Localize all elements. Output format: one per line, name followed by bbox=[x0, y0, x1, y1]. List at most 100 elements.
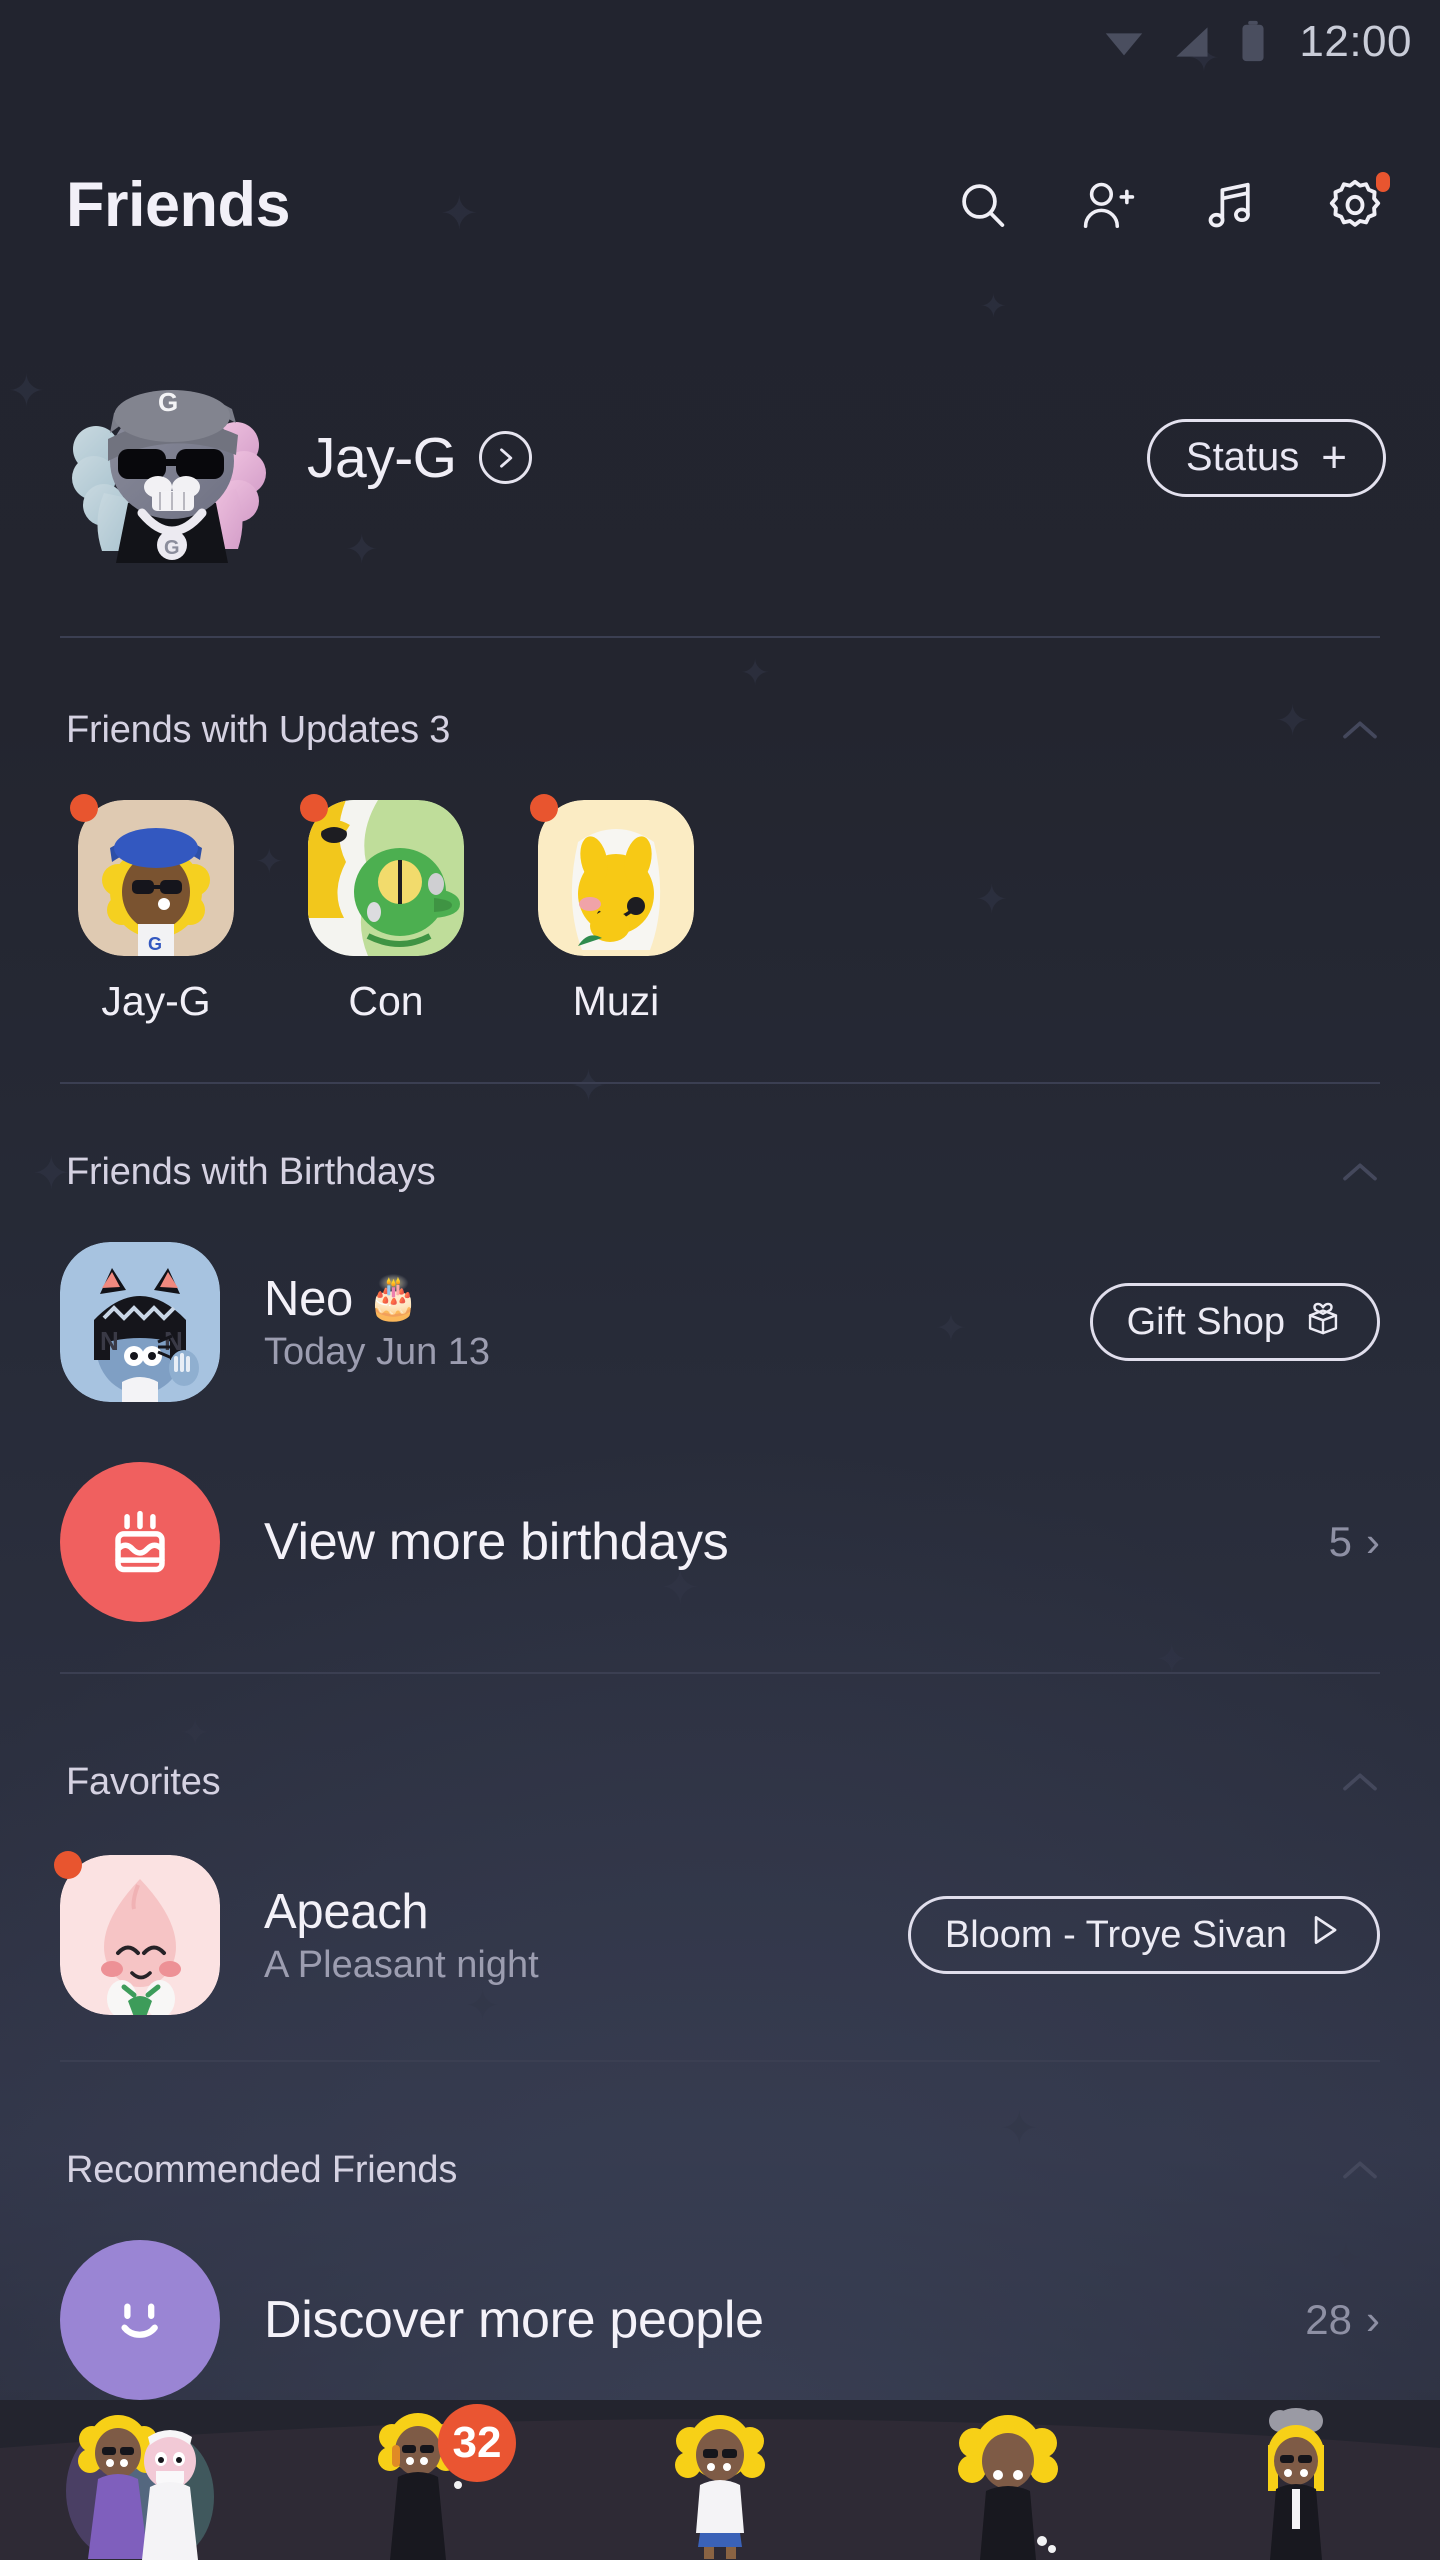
divider bbox=[60, 1082, 1380, 1084]
tab-more-icon bbox=[1268, 2408, 1324, 2560]
tab-shopping-icon bbox=[958, 2415, 1058, 2560]
avatar[interactable] bbox=[530, 794, 694, 956]
new-update-dot bbox=[70, 794, 98, 822]
avatar[interactable]: G bbox=[70, 794, 234, 956]
svg-text:G: G bbox=[158, 387, 178, 417]
birthday-friend-row[interactable]: N N Neo 🎂 Today Jun 13 Gift Shop bbox=[60, 1242, 1380, 1402]
tab-more[interactable] bbox=[1152, 2400, 1440, 2560]
decorative-star: ✦ bbox=[180, 1712, 211, 1753]
section-title: Friends with Updates 3 bbox=[66, 708, 451, 751]
svg-text:G: G bbox=[148, 934, 162, 954]
avatar[interactable] bbox=[300, 794, 464, 956]
plus-icon: + bbox=[1321, 432, 1347, 482]
discover-more-people-count: 28 › bbox=[1305, 2296, 1380, 2344]
music-status-button[interactable]: Bloom - Troye Sivan bbox=[907, 1896, 1380, 1974]
status-bar: 12:00 bbox=[0, 0, 1440, 84]
view-more-birthdays-count: 5 › bbox=[1329, 1518, 1380, 1566]
discover-more-people-label: Discover more people bbox=[264, 2291, 764, 2349]
chevron-up-icon[interactable] bbox=[1340, 1159, 1380, 1185]
chevron-up-icon[interactable] bbox=[1340, 717, 1380, 743]
bottom-navigation-bar: 32 bbox=[0, 2400, 1440, 2560]
discover-more-people-row[interactable]: Discover more people 28 › bbox=[60, 2240, 1380, 2400]
chats-unread-badge: 32 bbox=[438, 2404, 516, 2482]
app-header: Friends bbox=[0, 140, 1440, 270]
chevron-right-circle-icon[interactable] bbox=[478, 431, 532, 484]
tab-chats[interactable]: 32 bbox=[288, 2400, 576, 2560]
friend-name-text: Neo bbox=[264, 1271, 353, 1326]
tab-friends-icon bbox=[66, 2415, 214, 2560]
section-header-favorites[interactable]: Favorites bbox=[66, 1752, 1380, 1812]
decorative-star: ✦ bbox=[975, 878, 1009, 922]
count-text: 5 bbox=[1328, 1518, 1352, 1565]
section-header-updates[interactable]: Friends with Updates 3 bbox=[66, 700, 1380, 760]
gear-icon[interactable] bbox=[1324, 172, 1390, 236]
decorative-star: ✦ bbox=[980, 288, 1007, 324]
smiley-face-icon bbox=[60, 2240, 220, 2400]
tab-shopping[interactable] bbox=[864, 2400, 1152, 2560]
tab-friends[interactable] bbox=[0, 2400, 288, 2560]
favorite-friend-status-message: A Pleasant night bbox=[264, 1943, 539, 1986]
svg-text:G: G bbox=[164, 537, 180, 559]
new-update-dot bbox=[54, 1851, 82, 1879]
updates-friend-name: Jay-G bbox=[101, 978, 211, 1024]
divider bbox=[60, 636, 1380, 638]
birthday-cake-emoji: 🎂 bbox=[367, 1274, 419, 1321]
battery-icon bbox=[1235, 19, 1271, 65]
page-title: Friends bbox=[66, 170, 291, 240]
add-friend-icon[interactable] bbox=[1076, 174, 1138, 236]
section-header-recommended[interactable]: Recommended Friends bbox=[66, 2140, 1380, 2200]
music-note-icon[interactable] bbox=[1200, 174, 1262, 236]
new-update-dot bbox=[300, 794, 328, 822]
tab-view-icon bbox=[675, 2415, 765, 2559]
cellular-signal-icon bbox=[1169, 20, 1213, 64]
my-profile-row[interactable]: G G Jay-G Status + bbox=[0, 350, 1440, 565]
count-text: 28 bbox=[1305, 2296, 1352, 2343]
play-icon[interactable] bbox=[1305, 1911, 1343, 1959]
updates-friend-list: G Jay-G Con Muzi bbox=[66, 794, 766, 1025]
updates-friend-item[interactable]: Muzi bbox=[526, 794, 706, 1025]
section-title: Recommended Friends bbox=[66, 2148, 458, 2191]
view-more-birthdays-row[interactable]: View more birthdays 5 › bbox=[60, 1462, 1380, 1622]
chevron-up-icon[interactable] bbox=[1340, 1769, 1380, 1795]
birthday-friend-info: Neo 🎂 Today Jun 13 bbox=[264, 1271, 490, 1374]
birthday-friend-name: Neo 🎂 bbox=[264, 1271, 490, 1327]
status-button-label: Status bbox=[1185, 435, 1300, 479]
birthday-cake-icon bbox=[60, 1462, 220, 1622]
updates-friend-item[interactable]: Con bbox=[296, 794, 476, 1025]
app-screen: ✦ ✦ ✦ ✦ ✦ ✦ ✦ ✦ ✦ ✦ ✦ ✦ ✦ ✦ ✦ ✦ ✦ ✦ ✦ 12… bbox=[0, 0, 1440, 2560]
svg-text:N: N bbox=[100, 1326, 119, 1356]
gift-shop-button[interactable]: Gift Shop bbox=[1089, 1283, 1380, 1361]
divider bbox=[60, 1672, 1380, 1674]
birthday-date: Today Jun 13 bbox=[264, 1330, 491, 1373]
favorite-friend-name: Apeach bbox=[264, 1884, 429, 1939]
favorite-friend-info: Apeach A Pleasant night bbox=[264, 1884, 539, 1987]
decorative-star: ✦ bbox=[18, 2288, 52, 2332]
avatar[interactable]: N N bbox=[60, 1242, 220, 1402]
tab-view[interactable] bbox=[576, 2400, 864, 2560]
status-button[interactable]: Status + bbox=[1146, 418, 1386, 497]
chevron-right-icon: › bbox=[1366, 2296, 1380, 2343]
chevron-right-icon: › bbox=[1366, 1518, 1380, 1565]
wifi-icon bbox=[1101, 19, 1147, 65]
decorative-star: ✦ bbox=[570, 1062, 607, 1111]
updates-friend-item[interactable]: G Jay-G bbox=[66, 794, 246, 1025]
section-title: Favorites bbox=[66, 1760, 221, 1803]
search-icon[interactable] bbox=[952, 174, 1014, 236]
avatar[interactable] bbox=[54, 1851, 220, 2015]
favorite-friend-row[interactable]: Apeach A Pleasant night Bloom - Troye Si… bbox=[54, 1851, 1380, 2015]
header-actions bbox=[952, 172, 1390, 236]
view-more-birthdays-label: View more birthdays bbox=[264, 1513, 729, 1571]
gift-shop-label: Gift Shop bbox=[1126, 1300, 1285, 1343]
decorative-star: ✦ bbox=[32, 1147, 71, 1199]
profile-name: Jay-G bbox=[307, 425, 457, 490]
decorative-star: ✦ bbox=[1155, 1638, 1189, 1682]
gift-box-heart-icon bbox=[1303, 1296, 1343, 1348]
avatar[interactable]: G G bbox=[60, 353, 285, 563]
decorative-star: ✦ bbox=[740, 652, 771, 693]
status-bar-clock: 12:00 bbox=[1299, 17, 1412, 66]
section-header-birthdays[interactable]: Friends with Birthdays bbox=[66, 1142, 1380, 1202]
new-update-dot bbox=[530, 794, 558, 822]
chevron-up-icon[interactable] bbox=[1340, 2157, 1380, 2183]
section-title: Friends with Birthdays bbox=[66, 1150, 436, 1193]
divider bbox=[60, 2060, 1380, 2062]
